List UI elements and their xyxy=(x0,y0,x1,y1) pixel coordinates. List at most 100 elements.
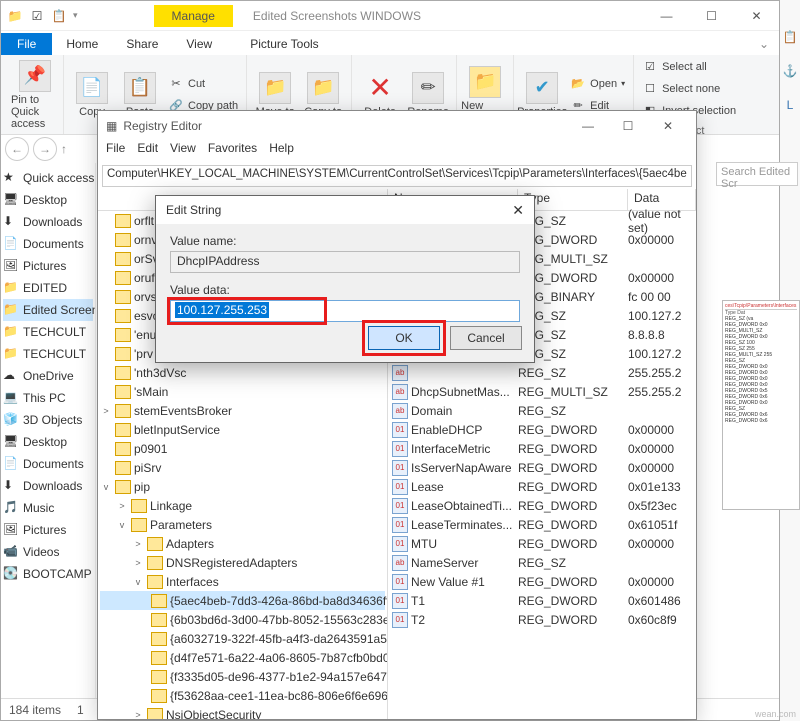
maximize-button[interactable]: ☐ xyxy=(608,112,648,140)
value-row[interactable]: 01LeaseObtainedTi...REG_DWORD0x5f23ec xyxy=(388,496,696,515)
file-tab[interactable]: File xyxy=(1,33,52,55)
tree-node[interactable]: vParameters xyxy=(100,515,385,534)
value-row[interactable]: 01EnableDHCPREG_DWORD0x00000 xyxy=(388,420,696,439)
view-tab[interactable]: View xyxy=(172,33,226,55)
value-row[interactable]: 01LeaseREG_DWORD0x01e133 xyxy=(388,477,696,496)
select-none-button[interactable]: ☐Select none xyxy=(642,79,736,99)
pin-quick-access-button[interactable]: 📌Pin to Quick access xyxy=(11,60,59,130)
value-row[interactable]: abREG_SZ255.255.2 xyxy=(388,363,696,382)
qat-icon[interactable]: 📋 xyxy=(51,8,67,24)
nav-edited[interactable]: 📁EDITED xyxy=(3,277,93,299)
tree-node[interactable]: >DNSRegisteredAdapters xyxy=(100,553,385,572)
value-row[interactable]: 01LeaseTerminates...REG_DWORD0x61051f xyxy=(388,515,696,534)
expand-icon[interactable]: v xyxy=(132,577,144,587)
regedit-address-bar[interactable]: Computer\HKEY_LOCAL_MACHINE\SYSTEM\Curre… xyxy=(102,165,692,187)
nav-pictures2[interactable]: 🖼Pictures xyxy=(3,519,93,541)
nav-thispc[interactable]: 💻This PC xyxy=(3,387,93,409)
expand-icon[interactable]: v xyxy=(116,520,128,530)
forward-button[interactable]: → xyxy=(33,137,57,161)
nav-pictures[interactable]: 🖼Pictures xyxy=(3,255,93,277)
value-row[interactable]: 01T1REG_DWORD0x601486 xyxy=(388,591,696,610)
value-row[interactable]: abNameServerREG_SZ xyxy=(388,553,696,572)
nav-quick-access[interactable]: ★Quick access xyxy=(3,167,93,189)
expand-icon[interactable]: > xyxy=(132,710,144,720)
nav-techcult2[interactable]: 📁TECHCULT xyxy=(3,343,93,365)
open-button[interactable]: 📂Open▾ xyxy=(570,74,625,94)
dialog-close-button[interactable]: ✕ xyxy=(512,202,524,219)
folder-icon: 📁 xyxy=(7,8,23,24)
tree-node[interactable]: vInterfaces xyxy=(100,572,385,591)
menu-help[interactable]: Help xyxy=(269,141,294,163)
value-row[interactable]: 01T2REG_DWORD0x60c8f9 xyxy=(388,610,696,629)
nav-onedrive[interactable]: ☁OneDrive xyxy=(3,365,93,387)
nav-videos[interactable]: 📹Videos xyxy=(3,541,93,563)
tree-node[interactable]: {6b03bd6d-3d00-47bb-8052-15563c283ebe} xyxy=(100,610,385,629)
minimize-button[interactable]: — xyxy=(568,112,608,140)
picture-tools-tab[interactable]: Picture Tools xyxy=(236,33,332,55)
tree-node[interactable]: vpip xyxy=(100,477,385,496)
tree-node[interactable]: bletInputService xyxy=(100,420,385,439)
nav-downloads[interactable]: ⬇Downloads xyxy=(3,211,93,233)
value-row[interactable]: 01IsServerNapAwareREG_DWORD0x00000 xyxy=(388,458,696,477)
expand-icon[interactable]: > xyxy=(132,539,144,549)
cancel-button[interactable]: Cancel xyxy=(450,326,522,350)
tree-node[interactable]: >Adapters xyxy=(100,534,385,553)
expand-icon[interactable]: v xyxy=(100,482,112,492)
ok-button[interactable]: OK xyxy=(368,326,440,350)
expand-icon[interactable]: > xyxy=(132,558,144,568)
tree-node[interactable]: {f3335d05-de96-4377-b1e2-94a157e647b0} xyxy=(100,667,385,686)
home-tab[interactable]: Home xyxy=(52,33,112,55)
expand-icon[interactable]: > xyxy=(116,501,128,511)
panel-icon[interactable]: 📋 xyxy=(783,30,798,44)
back-button[interactable]: ← xyxy=(5,137,29,161)
up-button[interactable]: ↑ xyxy=(61,142,67,156)
menu-favorites[interactable]: Favorites xyxy=(208,141,257,163)
maximize-button[interactable]: ☐ xyxy=(689,2,734,30)
tree-node[interactable]: {d4f7e571-6a22-4a06-8605-7b87cfb0bd06} xyxy=(100,648,385,667)
nav-documents2[interactable]: 📄Documents xyxy=(3,453,93,475)
search-box[interactable]: Search Edited Scr xyxy=(716,162,798,186)
tree-node[interactable]: {f53628aa-cee1-11ea-bc86-806e6f6e6963} xyxy=(100,686,385,705)
panel-icon-l[interactable]: L xyxy=(787,98,794,112)
tree-node[interactable]: >stemEventsBroker xyxy=(100,401,385,420)
expand-icon[interactable]: > xyxy=(100,406,112,416)
close-button[interactable]: ✕ xyxy=(648,112,688,140)
nav-techcult1[interactable]: 📁TECHCULT xyxy=(3,321,93,343)
close-button[interactable]: ✕ xyxy=(734,2,779,30)
value-row[interactable]: abDomainREG_SZ xyxy=(388,401,696,420)
tree-node[interactable]: >Linkage xyxy=(100,496,385,515)
qat-dropdown-icon[interactable]: ▾ xyxy=(73,10,78,21)
tree-node[interactable]: {5aec4beb-7dd3-426a-86bd-ba8d34636ffe} xyxy=(100,591,385,610)
menu-view[interactable]: View xyxy=(170,141,196,163)
nav-downloads2[interactable]: ⬇Downloads xyxy=(3,475,93,497)
nav-edited-s[interactable]: 📁Edited Screenshots xyxy=(3,299,93,321)
tree-node[interactable]: >NsiObjectSecurity xyxy=(100,705,385,719)
nav-music[interactable]: 🎵Music xyxy=(3,497,93,519)
menu-edit[interactable]: Edit xyxy=(137,141,158,163)
tree-node[interactable]: p0901 xyxy=(100,439,385,458)
minimize-button[interactable]: — xyxy=(644,2,689,30)
nav-desktop[interactable]: 🖥Desktop xyxy=(3,189,93,211)
value-data-input[interactable]: 100.127.255.253 xyxy=(170,300,520,322)
check-icon[interactable]: ☑ xyxy=(29,8,45,24)
manage-tab[interactable]: Manage xyxy=(154,5,233,27)
value-row[interactable]: 01MTUREG_DWORD0x00000 xyxy=(388,534,696,553)
value-row[interactable]: 01InterfaceMetricREG_DWORD0x00000 xyxy=(388,439,696,458)
menu-file[interactable]: File xyxy=(106,141,125,163)
nav-3dobj[interactable]: 🧊3D Objects xyxy=(3,409,93,431)
anchor-icon[interactable]: ⚓ xyxy=(783,64,798,78)
ribbon-collapse-icon[interactable]: ⌄ xyxy=(749,33,779,55)
tree-node[interactable]: piSrv xyxy=(100,458,385,477)
tree-node[interactable]: 'sMain xyxy=(100,382,385,401)
share-tab[interactable]: Share xyxy=(112,33,172,55)
tree-node[interactable]: 'nth3dVsc xyxy=(100,363,385,382)
value-row[interactable]: abDhcpSubnetMas...REG_MULTI_SZ255.255.2 xyxy=(388,382,696,401)
nav-bootcamp[interactable]: 💽BOOTCAMP xyxy=(3,563,93,585)
nav-documents[interactable]: 📄Documents xyxy=(3,233,93,255)
nav-desktop2[interactable]: 🖥Desktop xyxy=(3,431,93,453)
tree-node[interactable]: {a6032719-322f-45fb-a4f3-da2643591a5d} xyxy=(100,629,385,648)
nav-label: Downloads xyxy=(23,215,82,229)
value-row[interactable]: 01New Value #1REG_DWORD0x00000 xyxy=(388,572,696,591)
cut-button[interactable]: ✂Cut xyxy=(168,74,238,94)
select-all-button[interactable]: ☑Select all xyxy=(642,57,736,77)
